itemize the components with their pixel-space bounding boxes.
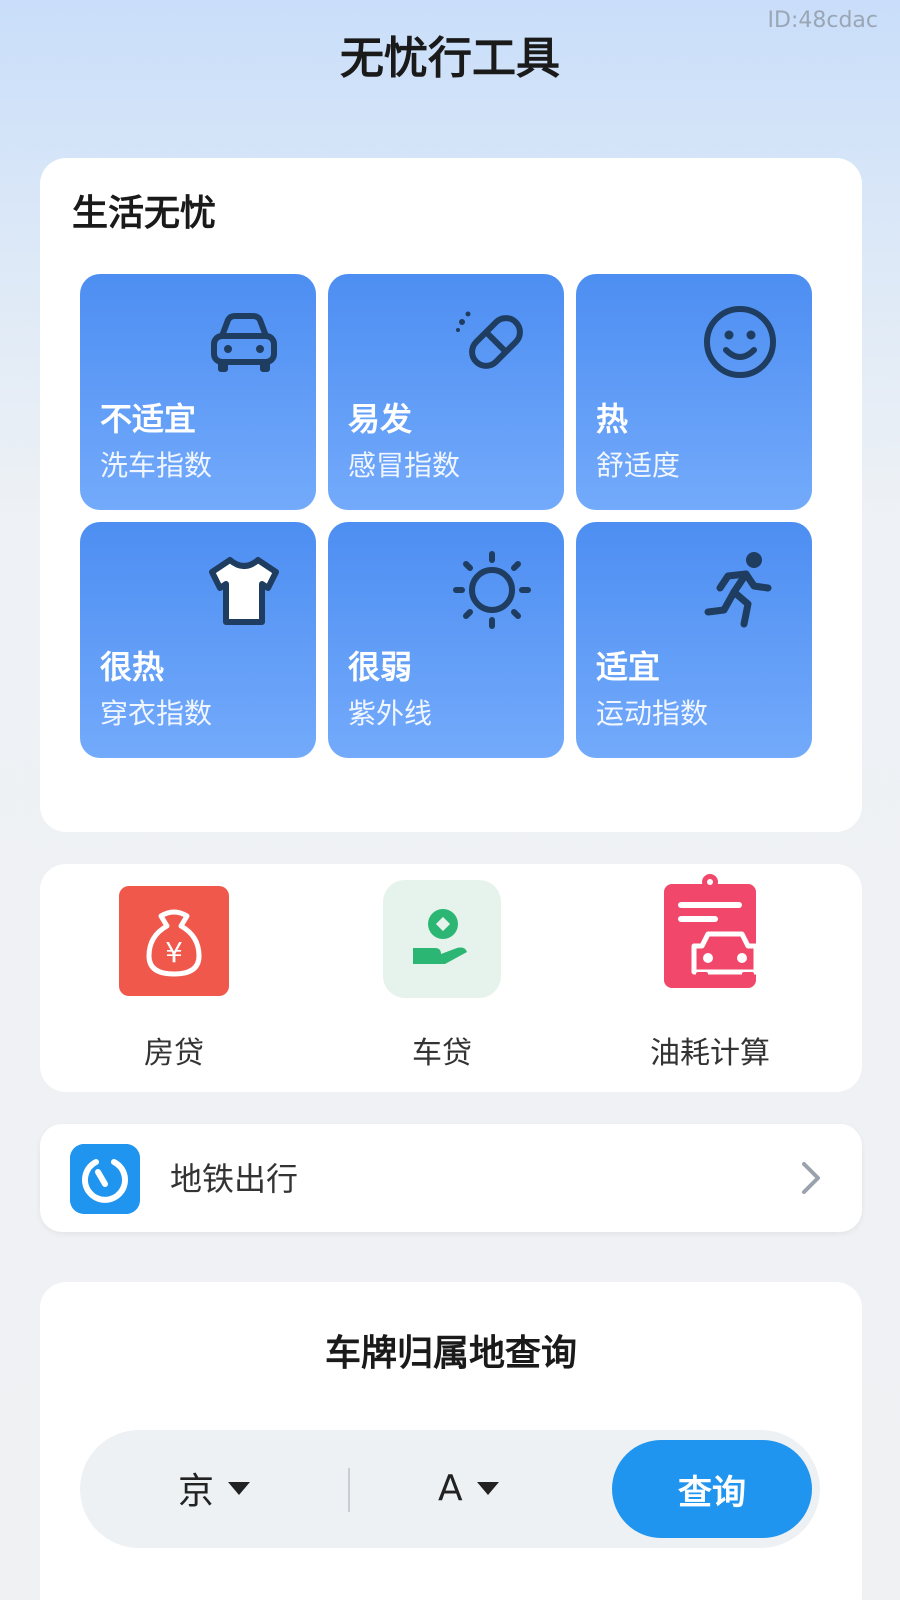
page-title: 无忧行工具 <box>340 33 560 84</box>
tile-label: 感冒指数 <box>348 449 461 482</box>
plate-query-title: 车牌归属地查询 <box>324 1333 577 1374</box>
tile-car-wash[interactable]: 不适宜 洗车指数 <box>80 274 316 510</box>
chevron-right-icon <box>802 1162 820 1194</box>
plate-query-card: 车牌归属地查询 京 A 查询 <box>40 1282 862 1600</box>
tile-label: 运动指数 <box>596 697 709 730</box>
clipboard-car-icon <box>664 874 759 988</box>
fuel-calc-button[interactable]: 油耗计算 <box>600 874 820 1076</box>
tile-label: 洗车指数 <box>100 449 213 482</box>
loan-tools-card: ¥ 房贷 车贷 油耗计算 <box>40 864 862 1092</box>
fuel-calc-label: 油耗计算 <box>650 1036 770 1071</box>
letter-value: A <box>438 1467 463 1509</box>
mortgage-button[interactable]: ¥ 房贷 <box>64 886 284 1076</box>
pill-icon <box>456 311 523 369</box>
car-loan-label: 车贷 <box>412 1036 472 1071</box>
car-loan-button[interactable]: 车贷 <box>332 880 552 1076</box>
smiley-icon <box>704 306 776 378</box>
tile-value: 易发 <box>348 400 413 438</box>
life-section-card: 生活无忧 不适宜 洗车指数 易发 感冒指数 热 舒适度 很热 穿衣指数 很弱 紫… <box>40 158 862 832</box>
letter-select[interactable]: A <box>438 1460 499 1516</box>
caret-down-icon <box>476 1481 499 1495</box>
province-select[interactable]: 京 <box>178 1460 251 1516</box>
tile-value: 很弱 <box>348 648 413 686</box>
tile-label: 舒适度 <box>596 449 681 482</box>
divider <box>348 1468 350 1512</box>
caret-down-icon <box>228 1481 251 1495</box>
tshirt-icon <box>209 557 279 625</box>
runner-icon <box>704 552 772 628</box>
plate-query-bar: 京 A 查询 <box>80 1430 820 1548</box>
tile-clothing[interactable]: 很热 穿衣指数 <box>80 522 316 758</box>
tile-value: 热 <box>596 400 629 438</box>
sun-icon <box>453 551 531 629</box>
tile-comfort[interactable]: 热 舒适度 <box>576 274 812 510</box>
life-section-title: 生活无忧 <box>72 193 217 234</box>
tile-label: 穿衣指数 <box>100 697 213 730</box>
svg-text:¥: ¥ <box>165 936 183 969</box>
province-value: 京 <box>178 1471 215 1512</box>
hand-coin-icon <box>383 880 501 998</box>
tile-cold[interactable]: 易发 感冒指数 <box>328 274 564 510</box>
mortgage-label: 房贷 <box>144 1036 204 1071</box>
tile-uv[interactable]: 很弱 紫外线 <box>328 522 564 758</box>
query-button[interactable]: 查询 <box>612 1440 812 1538</box>
tile-sport[interactable]: 适宜 运动指数 <box>576 522 812 758</box>
tile-value: 不适宜 <box>100 400 197 438</box>
metro-icon <box>70 1144 140 1214</box>
tile-label: 紫外线 <box>348 697 433 730</box>
tile-value: 适宜 <box>596 648 661 686</box>
tile-value: 很热 <box>100 648 165 686</box>
metro-label: 地铁出行 <box>170 1160 299 1198</box>
car-icon <box>211 313 277 372</box>
money-bag-icon: ¥ <box>119 886 229 996</box>
metro-row[interactable]: 地铁出行 <box>40 1124 862 1232</box>
